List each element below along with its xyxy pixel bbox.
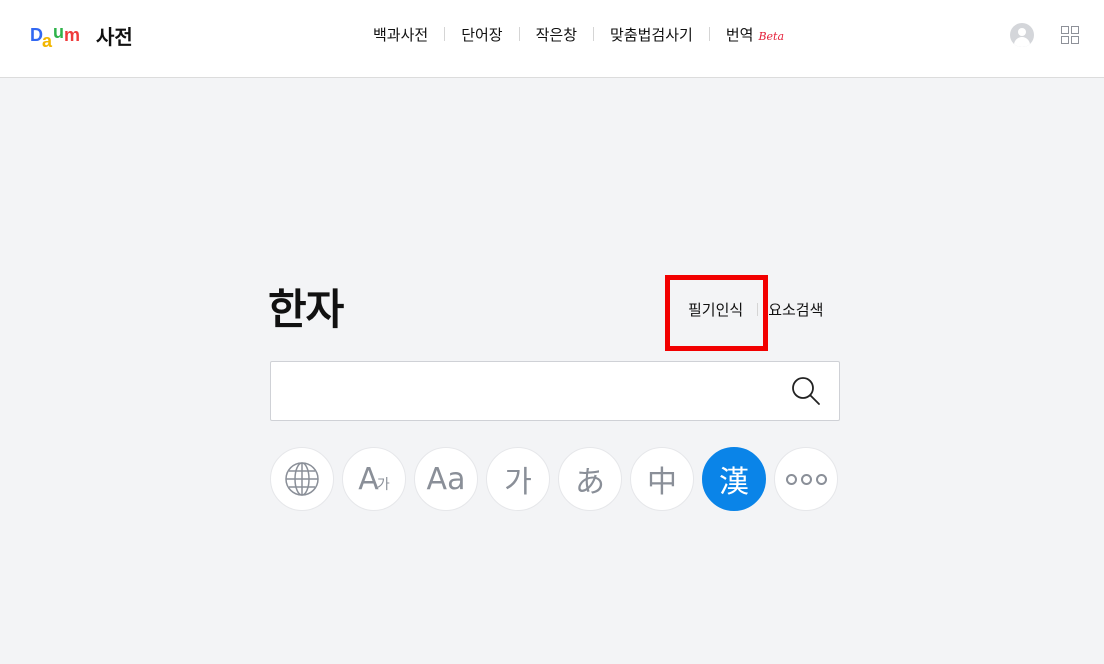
nav-divider xyxy=(708,27,710,41)
nav-translate[interactable]: 번역 Beta xyxy=(726,24,784,45)
beta-badge: Beta xyxy=(758,29,785,43)
dict-japanese-button[interactable]: あ xyxy=(558,447,622,511)
dict-english-button[interactable]: Aa xyxy=(414,447,478,511)
search-icon xyxy=(792,377,820,405)
dict-japanese-glyph: あ xyxy=(575,465,605,500)
avatar-body xyxy=(1014,37,1030,47)
search-box xyxy=(270,361,840,421)
apps-grid-cell xyxy=(1061,36,1069,44)
search-button[interactable] xyxy=(789,374,823,408)
top-nav: 백과사전 단어장 작은창 맞춤법검사기 번역 Beta xyxy=(373,24,784,44)
dict-hanja-glyph: 漢 xyxy=(719,465,749,500)
daum-logo[interactable]: D a u m 사전 xyxy=(30,20,133,50)
daum-logo-mark: D a u m xyxy=(30,22,86,51)
more-dots-icon xyxy=(785,473,827,485)
nav-wordbook[interactable]: 단어장 xyxy=(461,24,502,45)
dict-korean-button[interactable]: 가 xyxy=(486,447,550,511)
search-input[interactable] xyxy=(285,372,769,412)
dict-english-korean-glyph: A xyxy=(358,461,379,497)
dict-more-button[interactable] xyxy=(774,447,838,511)
nav-encyclopedia[interactable]: 백과사전 xyxy=(373,24,428,45)
apps-grid-cell xyxy=(1071,26,1079,34)
nav-mini-window[interactable]: 작은창 xyxy=(536,24,577,45)
globe-icon xyxy=(285,462,319,496)
dict-korean-glyph: 가 xyxy=(504,465,532,500)
dict-all-languages-button[interactable] xyxy=(270,447,334,511)
dict-english-korean-button[interactable]: A가 xyxy=(342,447,406,511)
logo-letter-a: a xyxy=(42,31,53,51)
highlight-box xyxy=(665,275,768,351)
page-title: 한자 xyxy=(268,285,344,334)
nav-divider xyxy=(518,27,520,41)
nav-spell-checker[interactable]: 맞춤법검사기 xyxy=(610,24,693,45)
dict-english-korean-sub: 가 xyxy=(376,477,390,493)
apps-grid-cell xyxy=(1071,36,1079,44)
dictionary-selector: A가 Aa 가 あ 中 漢 xyxy=(270,447,846,511)
dict-hanja-button[interactable]: 漢 xyxy=(702,447,766,511)
service-title[interactable]: 사전 xyxy=(96,21,133,50)
logo-letter-u: u xyxy=(53,22,64,42)
dict-chinese-button[interactable]: 中 xyxy=(630,447,694,511)
nav-divider xyxy=(593,27,595,41)
dict-english-glyph: Aa xyxy=(426,461,466,497)
nav-divider xyxy=(444,27,446,41)
nav-translate-label: 번역 xyxy=(725,25,754,44)
logo-letter-m: m xyxy=(64,25,81,45)
avatar-head xyxy=(1018,28,1026,36)
dict-chinese-glyph: 中 xyxy=(647,465,677,500)
radical-search-link[interactable]: 요소검색 xyxy=(768,299,823,320)
header: D a u m 사전 백과사전 단어장 작은창 맞춤법검사기 번역 Beta xyxy=(0,0,1104,78)
apps-grid-icon[interactable] xyxy=(1061,26,1079,44)
profile-avatar-icon[interactable] xyxy=(1010,23,1034,47)
apps-grid-cell xyxy=(1061,26,1069,34)
